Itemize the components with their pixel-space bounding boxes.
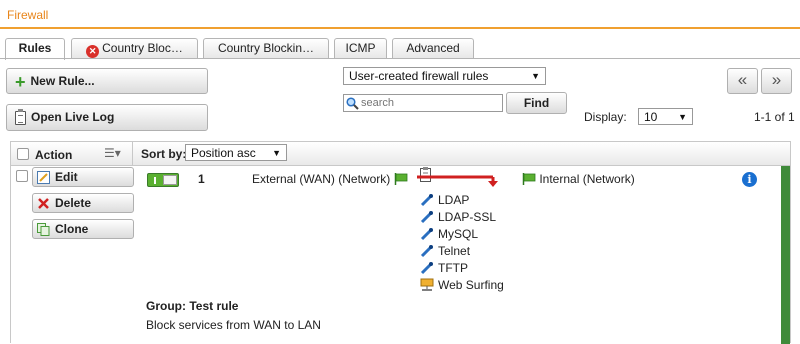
service-plug-icon xyxy=(420,193,434,207)
tab-icmp-label: ICMP xyxy=(345,41,376,55)
error-x-icon: ✕ xyxy=(86,45,100,58)
page-info: 1-1 of 1 xyxy=(754,110,795,124)
clipboard-icon xyxy=(15,108,26,125)
tab-advanced-label: Advanced xyxy=(406,41,460,55)
service-label: MySQL xyxy=(438,227,479,241)
grid-header: Action ☰▾ Sort by: Position asc ▼ xyxy=(11,142,790,166)
network-flag-icon xyxy=(394,173,407,185)
service-plug-icon xyxy=(420,261,434,275)
column-menu-icon[interactable]: ☰▾ xyxy=(104,146,121,160)
tab-country-blocking[interactable]: ✕ Country Bloc… xyxy=(71,38,198,59)
previous-page-label: « xyxy=(737,70,748,89)
open-live-log-label: Open Live Log xyxy=(31,110,115,124)
service-plug-icon xyxy=(420,227,434,241)
delete-rule-button[interactable]: Delete xyxy=(32,193,134,213)
tab-country-blocking-label: Country Bloc… xyxy=(102,41,183,55)
search-icon xyxy=(346,97,359,110)
open-live-log-button[interactable]: Open Live Log xyxy=(6,104,208,131)
edit-label: Edit xyxy=(55,170,78,184)
clone-label: Clone xyxy=(55,222,89,236)
previous-page-button[interactable]: « xyxy=(727,68,758,94)
find-button[interactable]: Find xyxy=(506,92,567,114)
destination-label: Internal (Network) xyxy=(539,172,635,186)
sort-by-label: Sort by: xyxy=(141,147,187,161)
dropdown-arrow-icon: ▼ xyxy=(678,112,687,122)
service-label: TFTP xyxy=(438,261,468,275)
tab-rules-label: Rules xyxy=(18,41,52,55)
service-plug-icon xyxy=(420,244,434,258)
service-item: Telnet xyxy=(420,244,470,261)
network-flag-icon xyxy=(522,173,536,185)
display-label: Display: xyxy=(584,110,627,124)
sort-value: Position asc xyxy=(191,146,256,160)
rule-filter-select[interactable]: User-created firewall rules ▼ xyxy=(343,67,546,85)
info-icon[interactable]: i xyxy=(742,172,757,187)
tab-advanced[interactable]: Advanced xyxy=(392,38,474,59)
new-rule-label: New Rule... xyxy=(30,74,95,88)
service-group-icon xyxy=(420,278,434,291)
delete-label: Delete xyxy=(55,196,92,210)
toggle-on-mark xyxy=(154,177,156,184)
tab-country-blocking-exceptions[interactable]: Country Blockin… xyxy=(203,38,329,59)
service-item: TFTP xyxy=(420,261,468,278)
edit-rule-button[interactable]: Edit xyxy=(32,167,134,187)
display-count-value: 10 xyxy=(644,110,658,124)
block-action-arrow-icon xyxy=(417,167,498,187)
search-input[interactable] xyxy=(360,95,500,111)
service-item: LDAP xyxy=(420,193,469,210)
dropdown-arrow-icon: ▼ xyxy=(531,71,540,81)
rule-row-checkbox[interactable] xyxy=(16,170,28,182)
page-title: Firewall xyxy=(7,8,49,22)
sort-select[interactable]: Position asc ▼ xyxy=(185,144,287,161)
service-item: Web Surfing xyxy=(420,278,504,295)
rule-status-bar xyxy=(781,166,790,344)
tab-country-blocking-exceptions-label: Country Blockin… xyxy=(217,41,315,55)
tab-rules[interactable]: Rules xyxy=(5,38,65,60)
source-label: External (WAN) (Network) xyxy=(252,172,391,186)
service-label: Web Surfing xyxy=(438,278,504,292)
toggle-knob xyxy=(163,175,177,185)
service-plug-icon xyxy=(420,210,434,224)
clone-icon xyxy=(37,223,50,236)
tab-icmp[interactable]: ICMP xyxy=(334,38,387,59)
rule-source: External (WAN) (Network) xyxy=(252,172,408,186)
window-titlebar: Firewall xyxy=(0,0,800,29)
service-item: LDAP-SSL xyxy=(420,210,496,227)
tab-underline xyxy=(0,58,800,59)
rule-group: Group: Test rule xyxy=(146,299,239,313)
next-page-button[interactable]: » xyxy=(761,68,792,94)
service-label: Telnet xyxy=(438,244,471,258)
select-all-checkbox[interactable] xyxy=(17,148,29,160)
plus-icon: + xyxy=(15,71,26,92)
column-divider xyxy=(132,142,133,166)
rule-comment: Block services from WAN to LAN xyxy=(146,318,321,332)
new-rule-button[interactable]: + New Rule... xyxy=(6,68,208,94)
edit-icon xyxy=(37,171,50,184)
dropdown-arrow-icon: ▼ xyxy=(272,148,281,158)
next-page-label: » xyxy=(771,70,782,89)
action-header: Action xyxy=(35,148,73,162)
find-label: Find xyxy=(523,96,550,110)
rule-position: 1 xyxy=(198,172,205,186)
clone-rule-button[interactable]: Clone xyxy=(32,219,134,239)
service-item: MySQL xyxy=(420,227,478,244)
rule-filter-value: User-created firewall rules xyxy=(349,69,489,83)
rule-enabled-toggle[interactable] xyxy=(147,173,179,187)
display-count-select[interactable]: 10 ▼ xyxy=(638,108,693,125)
rule-destination: Internal (Network) xyxy=(522,172,635,186)
search-box xyxy=(343,94,503,112)
delete-x-icon xyxy=(38,198,49,209)
service-label: LDAP xyxy=(438,193,470,207)
service-label: LDAP-SSL xyxy=(438,210,497,224)
